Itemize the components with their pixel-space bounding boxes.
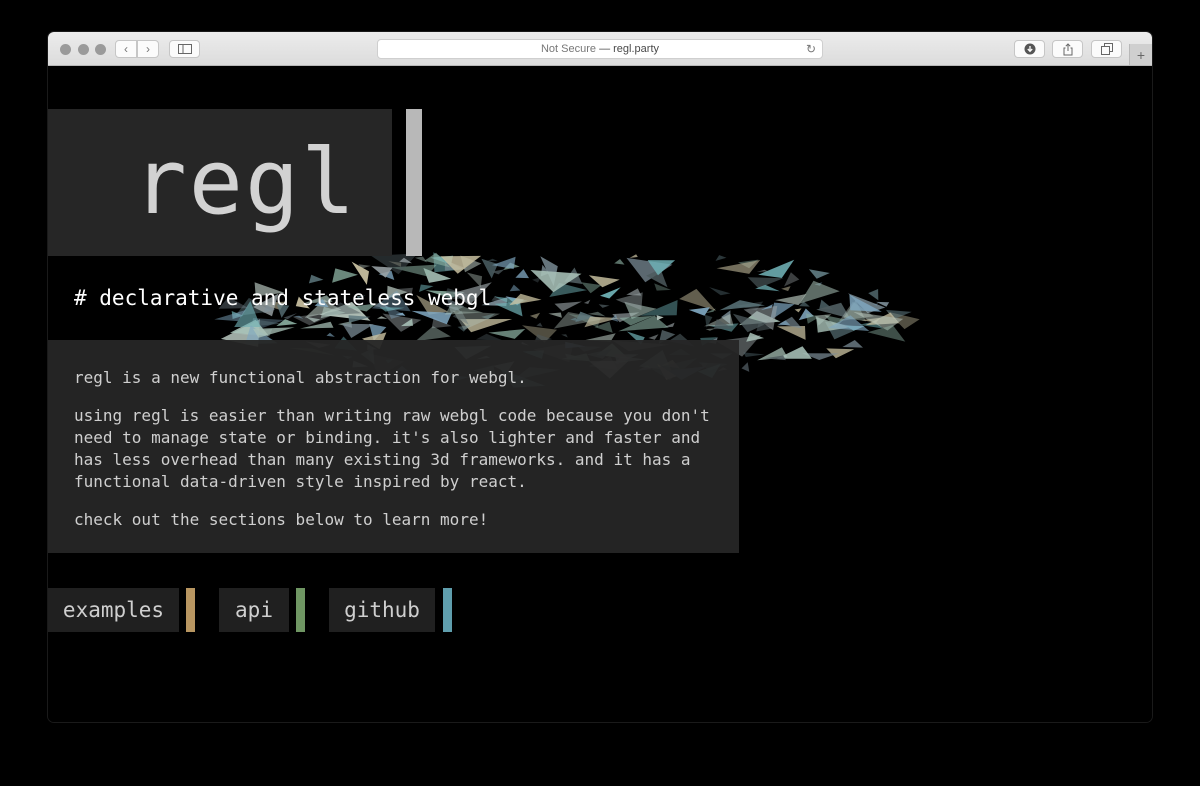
browser-toolbar: ‹ › Not Secure — regl.party ↻ + — [48, 32, 1152, 66]
shard — [656, 315, 664, 321]
shard — [411, 310, 452, 325]
shard — [481, 258, 498, 279]
shard — [867, 325, 906, 342]
shard — [688, 307, 710, 316]
shard — [715, 255, 727, 261]
description-panel: regl is a new functional abstraction for… — [48, 340, 739, 553]
downloads-button[interactable] — [1014, 40, 1045, 58]
tabs-icon — [1100, 43, 1113, 55]
shard — [342, 323, 374, 338]
shard — [741, 362, 750, 372]
shard — [581, 282, 602, 294]
shard — [561, 334, 568, 338]
shard — [629, 254, 638, 258]
shard — [716, 260, 761, 274]
shard — [758, 259, 795, 278]
shard — [332, 268, 358, 283]
shard — [600, 287, 621, 299]
shard — [648, 334, 659, 340]
shard — [784, 272, 800, 287]
url-host: regl.party — [613, 43, 659, 55]
shard — [808, 269, 830, 279]
logo-text: regl — [132, 130, 358, 235]
chevron-right-icon: › — [146, 42, 150, 56]
shard — [554, 301, 582, 312]
address-bar[interactable]: Not Secure — regl.party ↻ — [377, 39, 823, 59]
details-paragraph: using regl is easier than writing raw we… — [74, 406, 710, 491]
forward-button[interactable]: › — [137, 40, 159, 58]
shard — [308, 274, 324, 284]
shard — [709, 287, 731, 296]
close-window-button[interactable] — [60, 44, 71, 55]
shard — [679, 288, 717, 311]
chevron-left-icon: ‹ — [124, 42, 128, 56]
shard — [326, 332, 335, 337]
download-icon — [1024, 43, 1035, 55]
shard — [253, 327, 295, 338]
shard — [868, 289, 879, 301]
shard — [799, 280, 840, 304]
security-status: Not Secure — [540, 43, 597, 55]
shard — [598, 304, 610, 308]
zoom-window-button[interactable] — [95, 44, 106, 55]
url-separator: — — [596, 43, 614, 55]
page-content: regl # declarative and stateless webgl r… — [48, 66, 1152, 722]
shard — [382, 313, 422, 332]
shard — [415, 326, 451, 342]
examples-link[interactable]: examples — [48, 588, 179, 632]
shard — [548, 312, 562, 318]
logo-accent-bar — [406, 109, 422, 256]
shard — [509, 284, 521, 292]
shard — [842, 340, 863, 348]
share-button[interactable] — [1052, 40, 1083, 58]
shard — [515, 269, 529, 279]
cta-paragraph: check out the sections below to learn mo… — [74, 510, 489, 529]
back-button[interactable]: ‹ — [115, 40, 137, 58]
api-accent-bar — [296, 588, 305, 632]
sidebar-icon — [177, 44, 192, 54]
api-link[interactable]: api — [219, 588, 289, 632]
shard — [781, 286, 791, 292]
intro-paragraph: regl is a new functional abstraction for… — [74, 368, 527, 387]
tagline: # declarative and stateless webgl — [74, 286, 492, 310]
shard — [743, 352, 765, 357]
shard — [614, 259, 625, 265]
shard — [414, 256, 428, 263]
tabs-overview-button[interactable] — [1091, 40, 1122, 58]
shard — [583, 299, 591, 304]
github-link[interactable]: github — [329, 588, 435, 632]
new-tab-button[interactable]: + — [1129, 44, 1152, 65]
logo-panel: regl — [48, 109, 392, 256]
reload-icon[interactable]: ↻ — [806, 42, 816, 56]
shard — [794, 308, 802, 313]
shard — [529, 312, 541, 319]
examples-accent-bar — [186, 588, 195, 632]
shard — [536, 322, 543, 327]
browser-window: ‹ › Not Secure — regl.party ↻ + regl # d… — [48, 32, 1152, 722]
share-icon — [1063, 42, 1072, 55]
shard — [826, 348, 855, 359]
minimize-window-button[interactable] — [78, 44, 89, 55]
shard — [486, 258, 498, 262]
sidebar-toggle-button[interactable] — [169, 40, 200, 58]
github-accent-bar — [443, 588, 452, 632]
plus-icon: + — [1136, 46, 1146, 63]
